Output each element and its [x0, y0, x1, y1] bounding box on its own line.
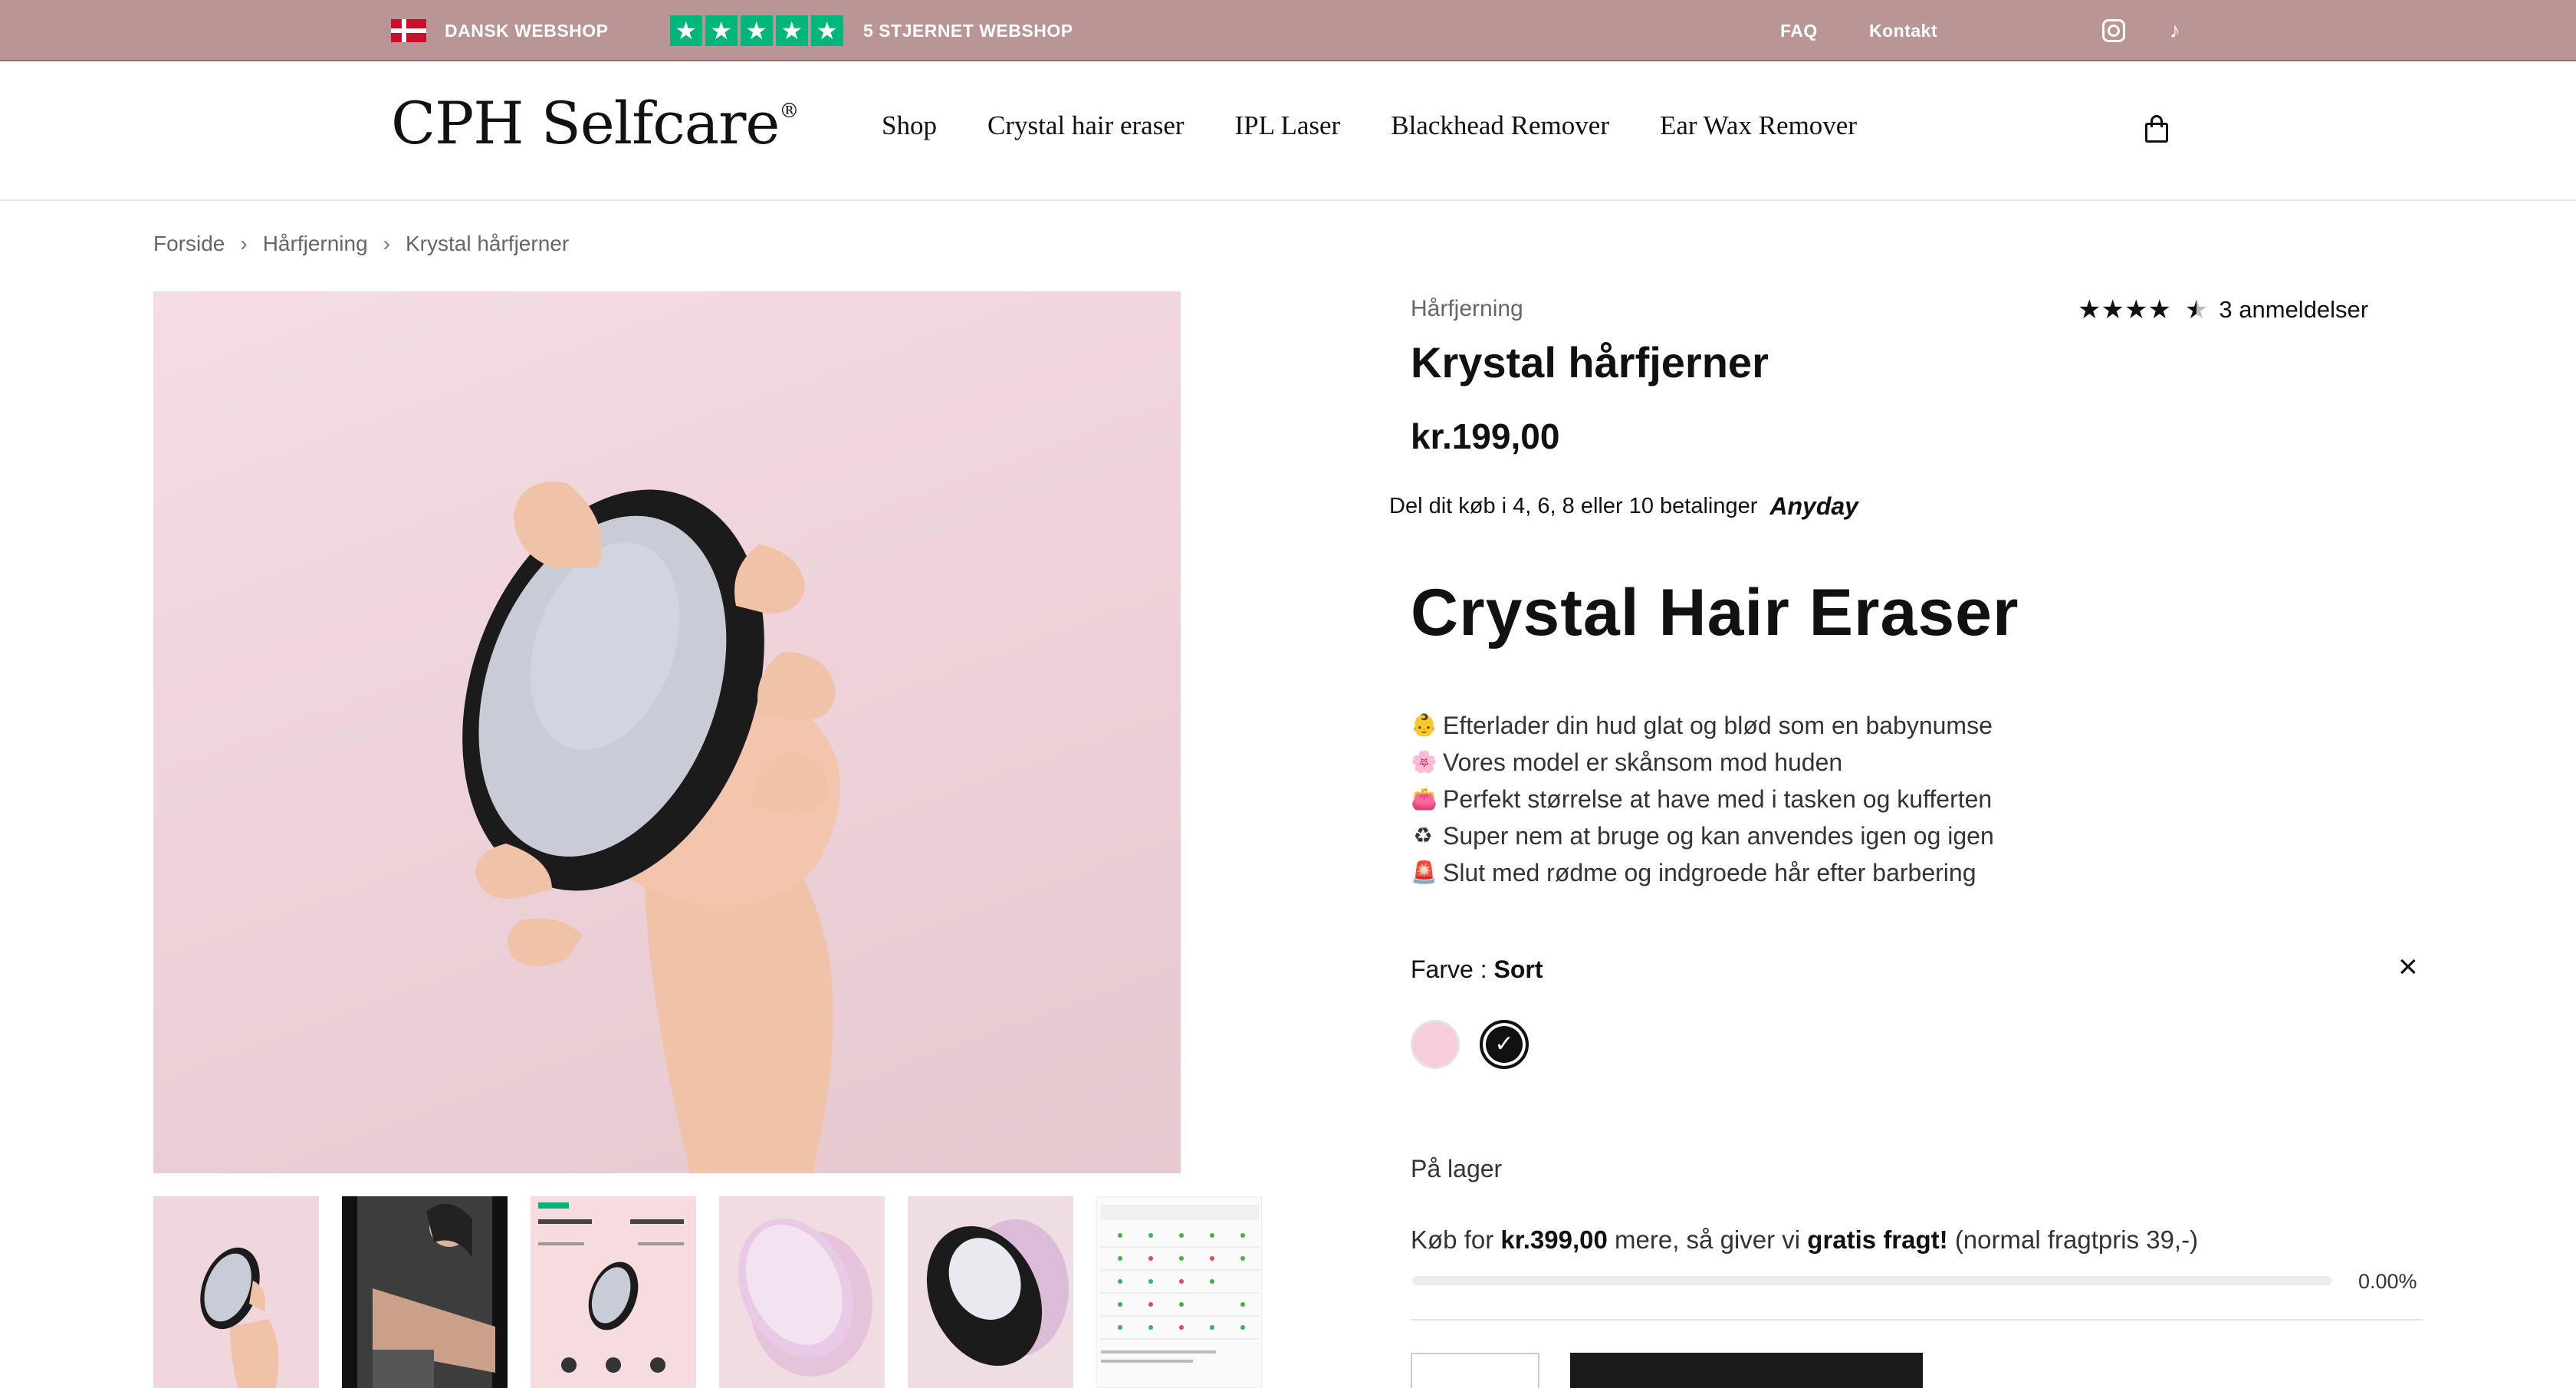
- breadcrumb-current: Krystal hårfjerner: [405, 232, 570, 255]
- thumbnail-6[interactable]: [1096, 1196, 1262, 1388]
- site-logo[interactable]: CPH Selfcare®: [391, 89, 799, 157]
- chevron-right-icon: ›: [383, 232, 390, 255]
- product-price: kr.199,00: [1411, 416, 1560, 456]
- product-title: Krystal hårfjerner: [1411, 338, 1769, 386]
- faq-link[interactable]: FAQ: [1780, 0, 1818, 61]
- top-announcement-bar: DANSK WEBSHOP ★ ★ ★ ★ ★ 5 STJERNET WEBSHOP F…: [0, 0, 2576, 61]
- cart-icon[interactable]: [2145, 115, 2168, 143]
- color-swatch-pink[interactable]: [1411, 1020, 1460, 1069]
- list-item: 🌸 Vores model er skånsom mod huden: [1411, 748, 1843, 776]
- breadcrumb-category[interactable]: Hårfjerning: [263, 232, 368, 256]
- reviews-count: 3 anmeldelser: [2219, 296, 2369, 323]
- anyday-logo[interactable]: Anyday: [1769, 492, 1858, 521]
- rating-webshop-label: 5 STJERNET WEBSHOP: [863, 20, 1073, 41]
- tiktok-icon: ♪: [2169, 18, 2181, 42]
- color-selector-label: Farve : Sort: [1411, 955, 1543, 983]
- rating-stars-icon: ★★★★ ★: [2078, 295, 2209, 324]
- breadcrumb-home[interactable]: Forside: [153, 232, 225, 256]
- selected-color: Sort: [1493, 955, 1543, 983]
- site-header: CPH Selfcare® Shop Crystal hair eraser I…: [0, 61, 2576, 201]
- product-rating[interactable]: ★★★★ ★ 3 anmeldelser: [2078, 294, 2368, 325]
- product-main-image[interactable]: [153, 291, 1181, 1173]
- list-item: 👛 Perfekt størrelse at have med i tasken …: [1411, 785, 1993, 813]
- chevron-right-icon: ›: [240, 232, 248, 255]
- purse-icon: 👛: [1411, 787, 1438, 811]
- recycle-icon: ♻: [1413, 824, 1433, 847]
- divider: [1411, 1319, 2423, 1321]
- baby-face-icon: 👶: [1411, 713, 1438, 737]
- trustpilot-badge: ★ ★ ★ ★ ★ 5 STJERNET WEBSHOP: [670, 0, 1073, 61]
- color-swatch-black[interactable]: [1480, 1020, 1529, 1069]
- danish-webshop-badge: DANSK WEBSHOP: [391, 0, 609, 61]
- anyday-text: Del dit køb i 4, 6, 8 eller 10 betalinge…: [1389, 494, 1758, 518]
- thumbnail-3[interactable]: [531, 1196, 696, 1388]
- instagram-link[interactable]: [2102, 0, 2125, 61]
- list-item: ♻ Super nem at bruge og kan anvendes igen…: [1411, 817, 1993, 854]
- progress-percentage: 0.00%: [2358, 1270, 2417, 1293]
- nav-shop[interactable]: Shop: [882, 110, 937, 141]
- nav-ear-wax-remover[interactable]: Ear Wax Remover: [1660, 110, 1857, 141]
- free-shipping-progress-bar: [1412, 1276, 2332, 1285]
- thumbnail-1[interactable]: [153, 1196, 319, 1388]
- flower-icon: 🌸: [1411, 750, 1438, 774]
- breadcrumb: Forside › Hårfjerning › Krystal hårfjern…: [153, 232, 569, 256]
- hand-holding-crystal-eraser-image: [462, 482, 840, 1173]
- list-item: 👶 Efterlader din hud glat og blød som en …: [1411, 712, 1993, 739]
- main-nav: Shop Crystal hair eraser IPL Laser Black…: [882, 110, 1857, 141]
- add-to-cart-button[interactable]: [1570, 1353, 1923, 1388]
- thumbnail-2[interactable]: [342, 1196, 508, 1388]
- product-heading: Crystal Hair Eraser: [1411, 576, 2019, 650]
- tiktok-link[interactable]: ♪: [2164, 0, 2187, 61]
- denmark-flag-icon: [391, 19, 426, 42]
- thumbnail-5[interactable]: [908, 1196, 1073, 1388]
- thumbnail-4[interactable]: [719, 1196, 885, 1388]
- free-shipping-message: Køb for kr.399,00 mere, så giver vi grat…: [1411, 1225, 2199, 1254]
- nav-blackhead-remover[interactable]: Blackhead Remover: [1391, 110, 1609, 141]
- product-benefits-list: 👶 Efterlader din hud glat og blød som en …: [1411, 707, 1994, 891]
- close-icon[interactable]: ×: [2398, 948, 2418, 986]
- quantity-stepper[interactable]: [1411, 1353, 1539, 1388]
- danish-webshop-label: DANSK WEBSHOP: [445, 20, 609, 41]
- product-thumbnails: [153, 1196, 1262, 1388]
- nav-crystal-hair-eraser[interactable]: Crystal hair eraser: [987, 110, 1184, 141]
- anyday-installments: Del dit køb i 4, 6, 8 eller 10 betalinge…: [1389, 492, 1858, 521]
- product-category[interactable]: Hårfjerning: [1411, 296, 1523, 322]
- list-item: 🚨 Slut med rødme og indgroede hår efter b…: [1411, 859, 1976, 886]
- nav-ipl-laser[interactable]: IPL Laser: [1235, 110, 1341, 141]
- instagram-icon: [2102, 19, 2125, 42]
- siren-icon: 🚨: [1411, 860, 1438, 884]
- contact-link[interactable]: Kontakt: [1869, 0, 1937, 61]
- stock-status: På lager: [1411, 1155, 1503, 1182]
- trustpilot-stars-icon: ★ ★ ★ ★ ★: [670, 15, 843, 46]
